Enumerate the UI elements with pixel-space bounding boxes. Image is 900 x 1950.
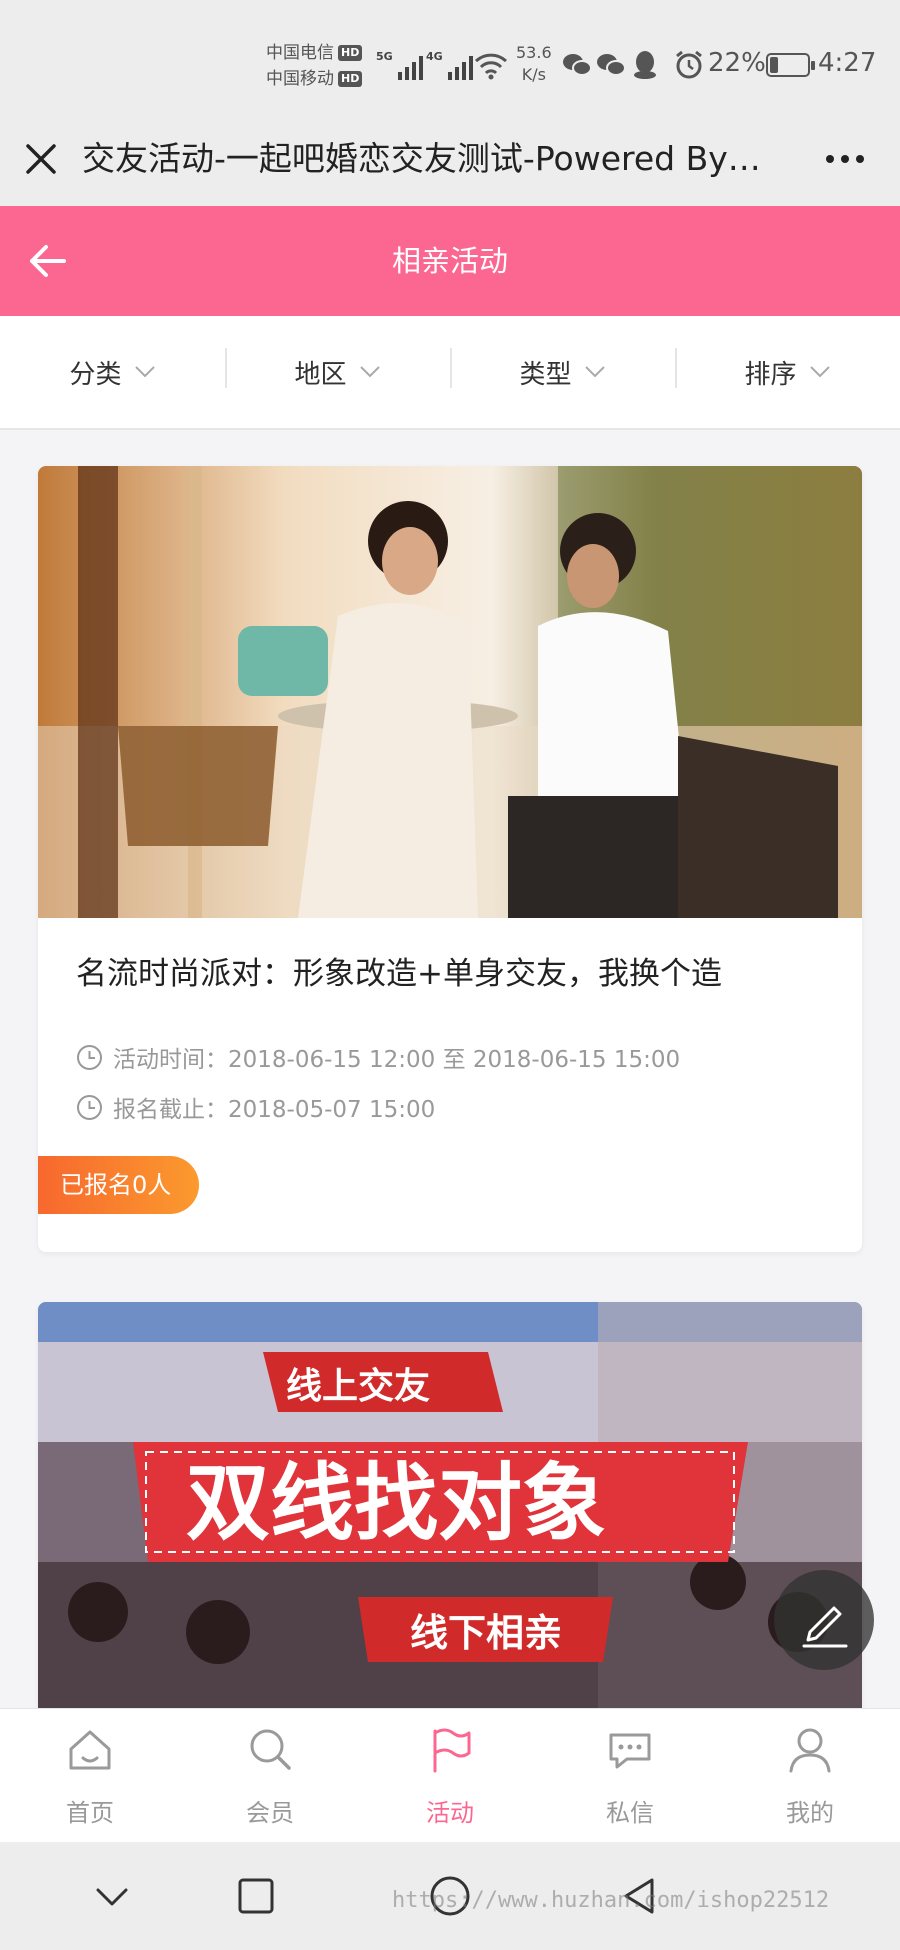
user-icon <box>789 1728 831 1773</box>
page-title: 相亲活动 <box>391 244 508 278</box>
filter-bar: 分类 地区 类型 排序 <box>0 316 900 430</box>
network-5g-label: 5G <box>376 50 393 63</box>
clock-icon <box>77 1044 102 1070</box>
event-deadline-label: 报名截止： <box>113 1097 228 1123</box>
filter-label: 类型 <box>519 359 572 390</box>
tab-label: 会员 <box>246 1799 294 1827</box>
event-deadline-value: 2018-05-07 15:00 <box>228 1097 436 1123</box>
hd-badge: HD <box>338 71 363 87</box>
chevron-down-icon <box>96 1888 128 1906</box>
event-photo[interactable] <box>38 466 862 918</box>
chevron-down-icon <box>809 366 830 378</box>
filter-label: 分类 <box>69 359 122 390</box>
network-4g-label: 4G <box>426 50 443 63</box>
post-edit-button[interactable] <box>774 1570 874 1670</box>
filter-sort[interactable]: 排序 <box>675 316 900 428</box>
signup-count-badge: 已报名0人 <box>38 1156 200 1214</box>
tab-label: 我的 <box>786 1799 834 1827</box>
wechat-icon <box>562 48 592 82</box>
tab-label: 活动 <box>426 1799 474 1827</box>
carrier-2: 中国移动 <box>266 69 334 89</box>
back-arrow-icon <box>30 245 66 277</box>
carrier-1: 中国电信 <box>266 43 334 63</box>
tab-messages[interactable]: 私信 <box>540 1709 720 1842</box>
tab-label: 私信 <box>606 1799 654 1827</box>
network-speed: 53.6 K/s <box>516 42 552 86</box>
home-icon <box>69 1730 111 1770</box>
search-icon <box>250 1729 291 1770</box>
wechat-icon <box>596 48 626 82</box>
signal-4g-icon: 4G <box>426 50 473 80</box>
browser-toolbar: 交友活动-一起吧婚恋交友测试-Powered By… <box>0 120 900 206</box>
event-card[interactable]: 名流时尚派对：形象改造+单身交友，我换个造 活动时间：2018-06-15 12… <box>38 466 862 1252</box>
filter-region[interactable]: 地区 <box>225 316 450 428</box>
event-time: 活动时间：2018-06-15 12:00 至 2018-06-15 15:00 <box>76 1040 680 1074</box>
filter-category[interactable]: 分类 <box>0 316 225 428</box>
back-button[interactable] <box>24 236 74 286</box>
filter-type[interactable]: 类型 <box>450 316 675 428</box>
event-deadline: 报名截止：2018-05-07 15:00 <box>76 1090 435 1124</box>
nav-collapse-button[interactable] <box>84 1868 140 1924</box>
close-button[interactable] <box>20 138 62 180</box>
chevron-down-icon <box>359 366 380 378</box>
flag-icon <box>433 1728 471 1773</box>
chat-icon <box>609 1733 651 1769</box>
event-title[interactable]: 名流时尚派对：形象改造+单身交友，我换个造 <box>76 948 846 993</box>
event-time-value: 2018-06-15 12:00 至 2018-06-15 15:00 <box>228 1047 681 1073</box>
alarm-icon <box>674 48 704 82</box>
browser-page-title: 交友活动-一起吧婚恋交友测试-Powered By… <box>82 139 761 178</box>
filter-label: 排序 <box>744 359 797 390</box>
banner-bottom-text: 线下相亲 <box>410 1611 562 1655</box>
tab-members[interactable]: 会员 <box>180 1709 360 1842</box>
wifi-icon <box>474 48 508 82</box>
clock: 4:27 <box>818 48 877 78</box>
filter-label: 地区 <box>294 359 347 390</box>
tab-label: 首页 <box>66 1799 114 1827</box>
event-banner[interactable]: 线上交友 双线找对象 线下相亲 <box>38 1302 862 1722</box>
more-dots-icon <box>826 155 864 163</box>
speed-value: 53.6 <box>516 43 552 62</box>
carrier-info: 中国电信 HD 中国移动 HD <box>266 40 363 92</box>
tab-profile[interactable]: 我的 <box>720 1709 900 1842</box>
banner-top-text: 线上交友 <box>286 1365 430 1407</box>
tab-activities[interactable]: 活动 <box>360 1709 540 1842</box>
app-header: 相亲活动 <box>0 206 900 316</box>
signal-5g-icon: 5G <box>376 50 423 80</box>
battery-icon <box>766 53 815 77</box>
tab-home[interactable]: 首页 <box>0 1709 180 1842</box>
status-bar: 中国电信 HD 中国移动 HD 5G 4G 53.6 K/s 22% 4:27 <box>0 0 900 120</box>
event-card[interactable]: 线上交友 双线找对象 线下相亲 <box>38 1302 862 1722</box>
hd-badge: HD <box>338 45 363 61</box>
nav-recents-button[interactable] <box>228 1868 284 1924</box>
battery-percent: 22% <box>708 48 766 78</box>
chevron-down-icon <box>584 366 605 378</box>
more-menu-button[interactable] <box>820 138 870 180</box>
pencil-icon <box>802 1606 848 1648</box>
banner-main-text: 双线找对象 <box>186 1454 606 1552</box>
square-icon <box>238 1878 274 1914</box>
speed-unit: K/s <box>521 65 546 84</box>
bottom-tab-bar: 首页 会员 活动 私信 我的 <box>0 1708 900 1842</box>
watermark-text: https://www.huzhan.com/ishop22512 <box>392 1888 830 1913</box>
close-icon <box>26 144 56 174</box>
clock-icon <box>77 1094 102 1120</box>
qq-icon <box>632 48 658 82</box>
event-time-label: 活动时间： <box>113 1047 228 1073</box>
chevron-down-icon <box>134 366 155 378</box>
